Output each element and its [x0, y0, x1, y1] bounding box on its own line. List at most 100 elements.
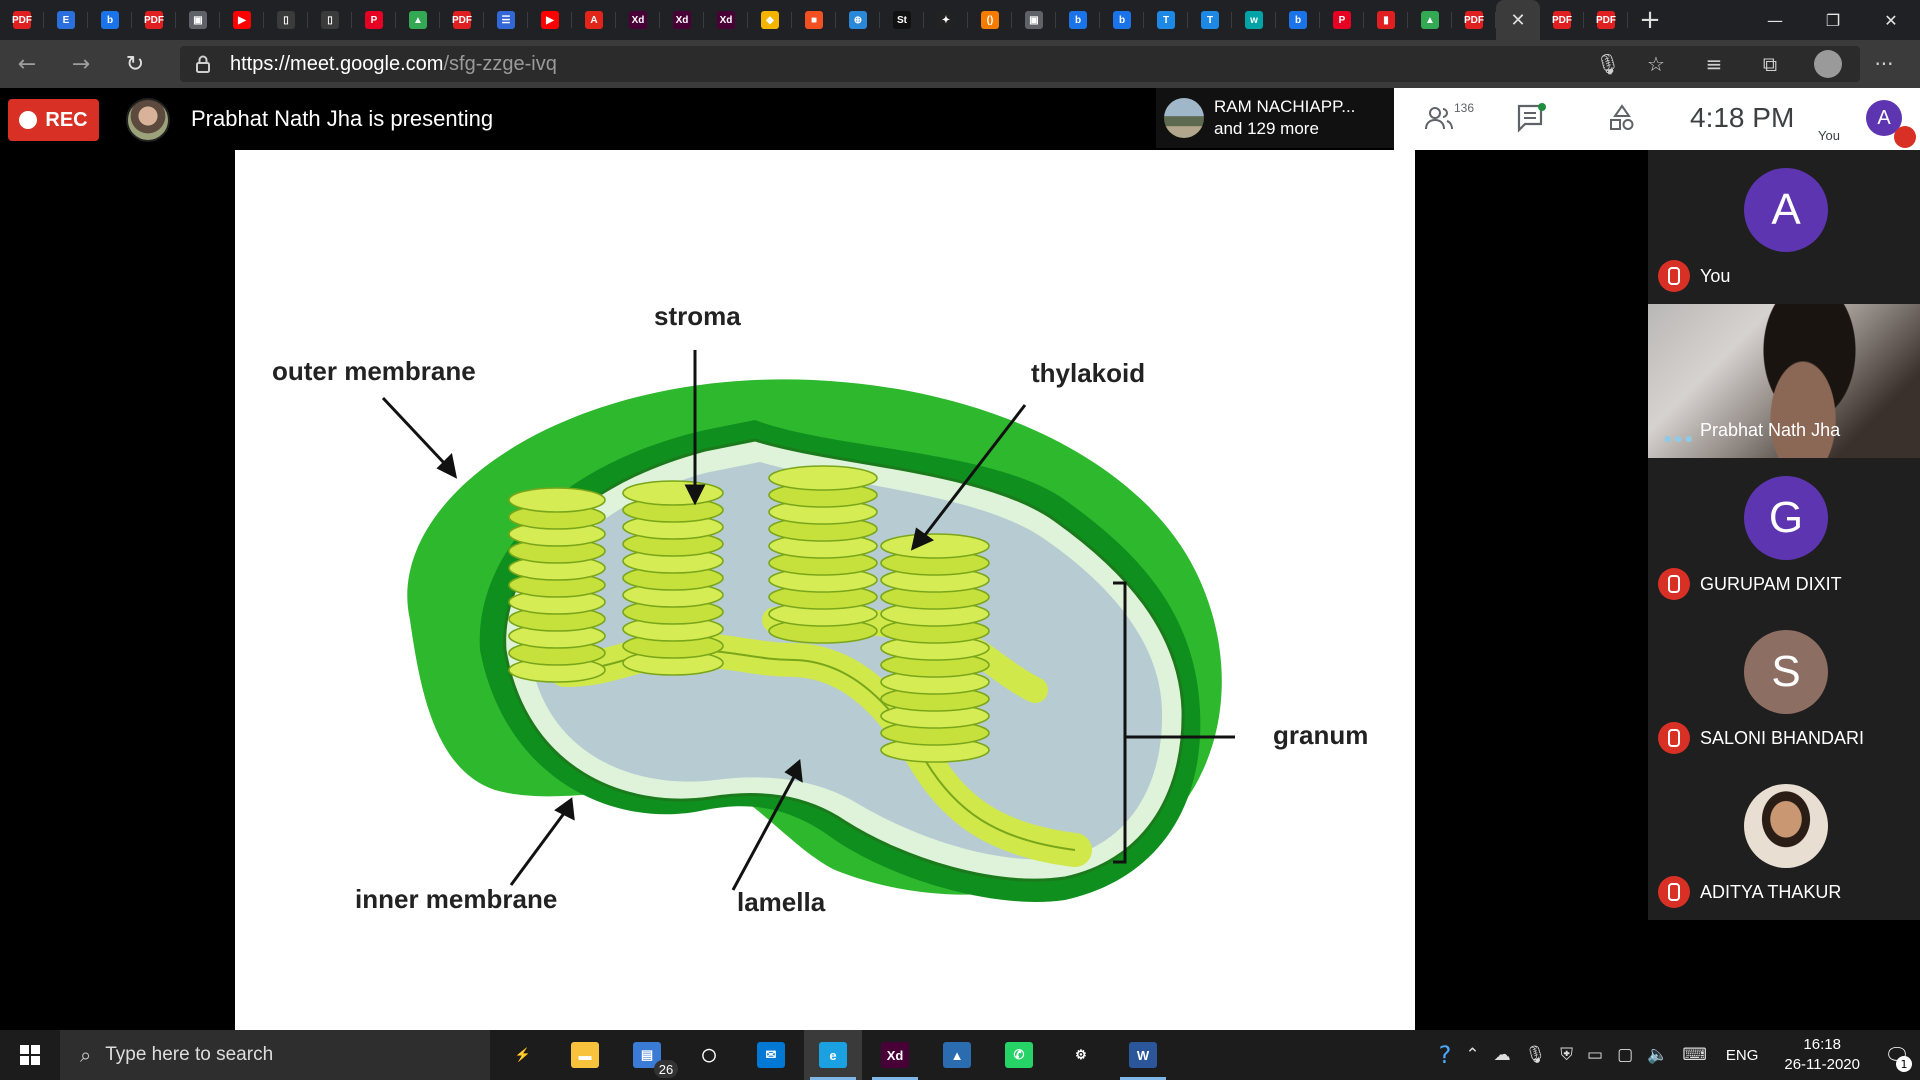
browser-tab[interactable]: E: [44, 0, 88, 40]
browser-tab[interactable]: ✦: [924, 0, 968, 40]
adobe-xd-taskbar-button[interactable]: Xd: [866, 1030, 924, 1080]
search-placeholder: Type here to search: [105, 1044, 274, 1065]
volume-icon[interactable]: 🔈: [1647, 1045, 1668, 1065]
browser-tab[interactable]: Xd: [660, 0, 704, 40]
battery-icon[interactable]: ▭: [1587, 1045, 1603, 1065]
help-icon[interactable]: ?: [1439, 1041, 1452, 1069]
browser-tab[interactable]: Xd: [616, 0, 660, 40]
restore-button[interactable]: ❐: [1804, 0, 1862, 40]
collections-icon[interactable]: ⧉: [1746, 46, 1794, 82]
taskbar-search[interactable]: ⌕ Type here to search: [60, 1030, 490, 1080]
mail-taskbar-button[interactable]: ✉: [742, 1030, 800, 1080]
defender-icon[interactable]: ⛨: [1560, 1045, 1573, 1065]
browser-tab[interactable]: b: [1100, 0, 1144, 40]
close-tab-icon[interactable]: ✕: [1510, 10, 1525, 31]
browser-tab[interactable]: P: [352, 0, 396, 40]
onedrive-icon[interactable]: ☁: [1494, 1045, 1511, 1065]
browser-tab[interactable]: A: [572, 0, 616, 40]
forward-button[interactable]: →: [54, 40, 108, 88]
browser-tab[interactable]: PDF: [132, 0, 176, 40]
store-taskbar-button[interactable]: ▤ 26: [618, 1030, 678, 1080]
activities-icon: [1610, 104, 1634, 130]
minimize-button[interactable]: —: [1746, 0, 1804, 40]
reload-button[interactable]: ↻: [108, 40, 162, 88]
participant-tile[interactable]: ADITYA THAKUR: [1648, 766, 1920, 920]
cortana-taskbar-button[interactable]: ◯: [680, 1030, 738, 1080]
participant-chip-text: RAM NACHIAPP... and 129 more: [1214, 96, 1355, 140]
browser-tab[interactable]: ▣: [176, 0, 220, 40]
label-outer-membrane: outer membrane: [272, 356, 476, 386]
browser-tab[interactable]: ☰: [484, 0, 528, 40]
browser-tab[interactable]: T: [1144, 0, 1188, 40]
browser-tab[interactable]: PDF: [440, 0, 484, 40]
browser-tab[interactable]: ◆: [748, 0, 792, 40]
google-drive-icon: ▲: [409, 11, 427, 29]
taskbar-clock[interactable]: 16:18 26-11-2020: [1784, 1035, 1860, 1075]
browser-tab[interactable]: ▶: [528, 0, 572, 40]
browser-tab[interactable]: PDF: [0, 0, 44, 40]
file-explorer-taskbar-button[interactable]: ▬: [556, 1030, 614, 1080]
active-tab[interactable]: ✕: [1496, 0, 1540, 40]
browser-tab[interactable]: PDF: [1584, 0, 1628, 40]
whatsapp-taskbar-button[interactable]: ✆: [990, 1030, 1048, 1080]
word-taskbar-button[interactable]: W: [1114, 1030, 1172, 1080]
spark-app-taskbar-button[interactable]: ⚡: [494, 1030, 552, 1080]
browser-tab[interactable]: ▮: [1364, 0, 1408, 40]
pdf-icon: PDF: [452, 11, 472, 29]
browser-tab[interactable]: ▣: [1012, 0, 1056, 40]
participant-tile[interactable]: A You: [1648, 150, 1920, 304]
browser-tab[interactable]: ■: [792, 0, 836, 40]
participant-tile[interactable]: ••• Prabhat Nath Jha: [1648, 304, 1920, 458]
browser-tab[interactable]: T: [1188, 0, 1232, 40]
favorites-list-icon[interactable]: ≡: [1690, 46, 1738, 82]
browser-tab[interactable]: ▯: [308, 0, 352, 40]
browser-tab[interactable]: b: [1276, 0, 1320, 40]
browser-tab[interactable]: PDF: [1540, 0, 1584, 40]
more-menu-icon[interactable]: ···: [1860, 46, 1908, 82]
browser-tab[interactable]: (): [968, 0, 1012, 40]
pdf-icon: PDF: [1552, 11, 1572, 29]
participants-panel: A You ••• Prabhat Nath Jha G GURUPAM DIXIT S SA…: [1648, 150, 1920, 920]
browser-tab[interactable]: ▲: [1408, 0, 1452, 40]
profile-button[interactable]: [1804, 46, 1852, 82]
people-count: 136: [1454, 101, 1475, 115]
settings-icon: ⚙: [1067, 1042, 1095, 1068]
new-tab-button[interactable]: +: [1628, 0, 1672, 40]
participant-name: Prabhat Nath Jha: [1700, 420, 1841, 440]
start-button[interactable]: [0, 1030, 60, 1080]
pinterest-icon: P: [1333, 11, 1351, 29]
chat-button[interactable]: [1516, 100, 1546, 136]
participant-tile[interactable]: G GURUPAM DIXIT: [1648, 458, 1920, 612]
microphone-tray-icon[interactable]: 🎙: [1525, 1045, 1547, 1065]
browser-tab[interactable]: ▲: [396, 0, 440, 40]
browser-tab[interactable]: P: [1320, 0, 1364, 40]
browser-tab[interactable]: ▯: [264, 0, 308, 40]
participant-chip[interactable]: RAM NACHIAPP... and 129 more: [1156, 88, 1394, 148]
people-button[interactable]: 136: [1424, 100, 1474, 136]
photos-taskbar-button[interactable]: ▲: [928, 1030, 986, 1080]
network-icon[interactable]: ▢: [1617, 1045, 1633, 1065]
browser-tab[interactable]: b: [1056, 0, 1100, 40]
whatsapp-icon: ✆: [1005, 1042, 1033, 1068]
browser-tab[interactable]: w: [1232, 0, 1276, 40]
keyboard-icon[interactable]: ⌨: [1682, 1045, 1707, 1065]
browser-tab[interactable]: b: [88, 0, 132, 40]
edge-taskbar-button[interactable]: e: [804, 1030, 862, 1080]
microphone-icon[interactable]: 🎙: [1584, 46, 1632, 82]
favorite-star-icon[interactable]: ☆: [1632, 46, 1680, 82]
participant-name: ADITYA THAKUR: [1700, 882, 1842, 902]
notification-center-button[interactable]: 🗨 1: [1874, 1030, 1920, 1080]
participant-tile[interactable]: S SALONI BHANDARI: [1648, 612, 1920, 766]
browser-tab[interactable]: Xd: [704, 0, 748, 40]
back-button[interactable]: ←: [0, 40, 54, 88]
browser-tab[interactable]: ▶: [220, 0, 264, 40]
close-window-button[interactable]: ✕: [1862, 0, 1920, 40]
input-language[interactable]: ENG: [1726, 1047, 1759, 1064]
browser-tab[interactable]: St: [880, 0, 924, 40]
browser-tab[interactable]: ⊕: [836, 0, 880, 40]
chevron-up-icon[interactable]: ⌃: [1465, 1045, 1479, 1065]
tez-icon: T: [1157, 11, 1175, 29]
activities-button[interactable]: [1608, 100, 1636, 136]
browser-tab[interactable]: PDF: [1452, 0, 1496, 40]
settings-taskbar-button[interactable]: ⚙: [1052, 1030, 1110, 1080]
